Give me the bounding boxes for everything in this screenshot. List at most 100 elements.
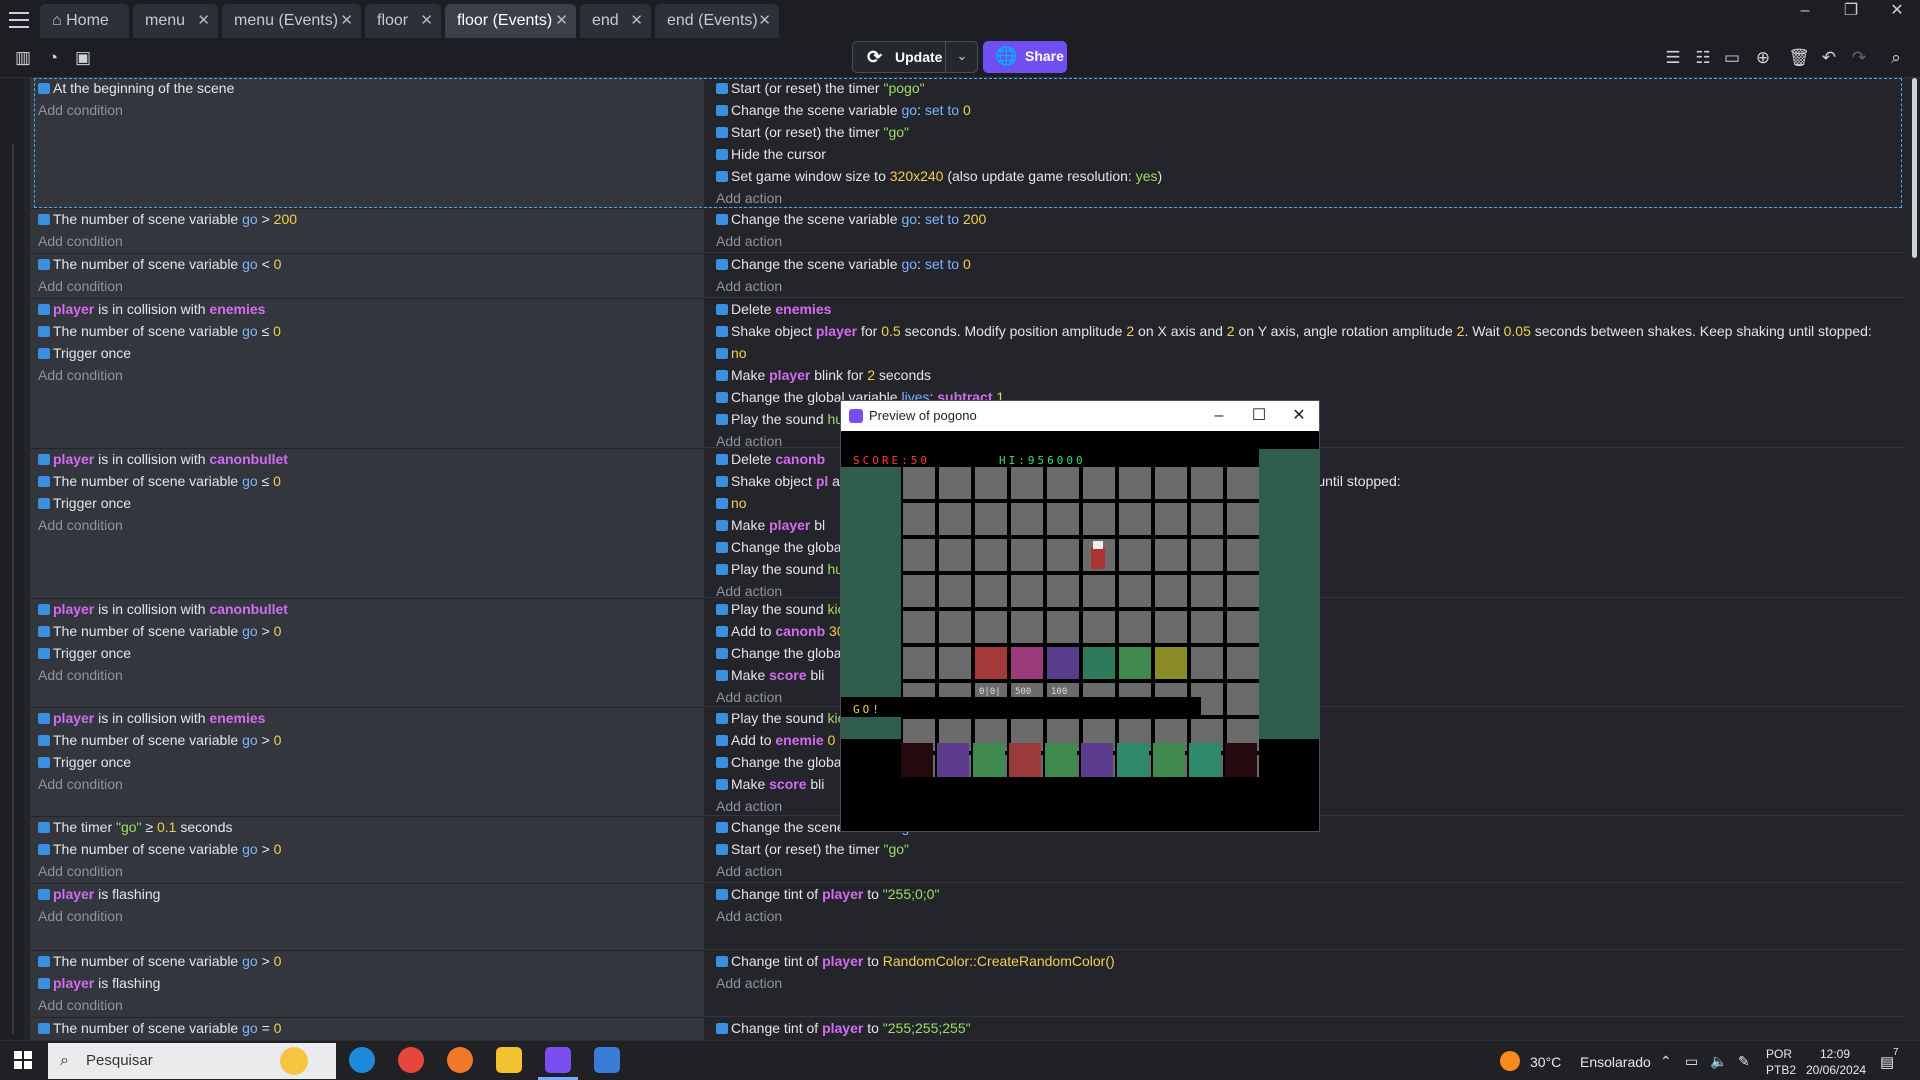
save-icon[interactable]: ▣ (72, 47, 94, 69)
close-tab-icon[interactable]: ✕ (758, 4, 771, 38)
hamburger-menu-icon[interactable] (9, 12, 29, 28)
action-line[interactable]: Delete enemies (716, 301, 831, 317)
clock-time[interactable]: 12:09 (1820, 1047, 1850, 1061)
condition-line[interactable]: player is in collision with enemies (38, 710, 265, 726)
close-tab-icon[interactable]: ✕ (340, 4, 353, 38)
condition-line[interactable]: Trigger once (38, 754, 131, 770)
file-explorer-icon[interactable] (496, 1047, 522, 1073)
preview-minimize-icon[interactable]: – (1199, 401, 1239, 431)
actions-panel[interactable]: Change the scene variable go: set to 0 Ad… (708, 254, 1904, 297)
volume-icon[interactable]: 🔈 (1710, 1053, 1727, 1070)
add-condition-link[interactable]: Add condition (38, 517, 123, 533)
history-icon[interactable]: ◔ (42, 47, 64, 69)
share-button[interactable]: 🌐 Share (983, 41, 1067, 73)
conditions-panel[interactable]: player is in collision with canonbullet T… (30, 599, 704, 706)
actions-panel[interactable]: Change tint of player to "255;0;0" Add ac… (708, 884, 1904, 949)
calculator-icon[interactable] (594, 1047, 620, 1073)
conditions-panel[interactable]: player is in collision with enemies The n… (30, 299, 704, 447)
network-icon[interactable]: ▭ (1685, 1053, 1698, 1070)
redo-icon[interactable]: ↷ (1848, 47, 1870, 69)
action-line[interactable]: Change the globa (716, 645, 842, 661)
conditions-panel[interactable]: The timer "go" ≥ 0.1 seconds The number o… (30, 817, 704, 882)
action-line[interactable]: Delete canonb (716, 451, 825, 467)
add-action-link[interactable]: Add action (716, 278, 782, 294)
tab-home[interactable]: ⌂ Home (40, 4, 129, 38)
pen-icon[interactable]: ✎ (1738, 1053, 1750, 1070)
tab-floor-events[interactable]: floor (Events) ✕ (445, 4, 576, 38)
add-event-icon[interactable]: ☰ (1662, 47, 1684, 69)
condition-line[interactable]: The number of scene variable go ≤ 0 (38, 323, 281, 339)
action-line[interactable]: Change the globa (716, 754, 842, 770)
clock-date[interactable]: 20/06/2024 (1806, 1063, 1866, 1077)
add-condition-link[interactable]: Add condition (38, 367, 123, 383)
add-condition-link[interactable]: Add condition (38, 776, 123, 792)
add-action-link[interactable]: Add action (716, 798, 782, 814)
close-tab-icon[interactable]: ✕ (420, 4, 433, 38)
tab-end[interactable]: end ✕ (580, 4, 651, 38)
close-window-icon[interactable]: ✕ (1874, 0, 1920, 24)
condition-line[interactable]: The timer "go" ≥ 0.1 seconds (38, 819, 233, 835)
restore-icon[interactable]: ❐ (1828, 0, 1874, 24)
conditions-panel[interactable]: player is flashing Add condition (30, 884, 704, 949)
add-more-icon[interactable]: ⊕ (1752, 47, 1774, 69)
close-tab-icon[interactable]: ✕ (197, 4, 210, 38)
condition-line[interactable]: The number of scene variable go = 0 (38, 1020, 281, 1036)
add-action-link[interactable]: Add action (716, 583, 782, 599)
panels-icon[interactable]: ▥ (12, 47, 34, 69)
undo-icon[interactable]: ↶ (1818, 47, 1840, 69)
conditions-panel[interactable]: player is in collision with canonbullet T… (30, 449, 704, 597)
tab-menu-events[interactable]: menu (Events) ✕ (222, 4, 361, 38)
action-line[interactable]: Play the sound kic (716, 710, 845, 726)
action-line[interactable]: Make player blink for 2 seconds (716, 367, 931, 383)
preview-close-icon[interactable]: ✕ (1279, 401, 1319, 431)
conditions-panel[interactable]: The number of scene variable go > 200 Add… (30, 209, 704, 252)
condition-line[interactable]: The number of scene variable go > 0 (38, 732, 281, 748)
add-condition-link[interactable]: Add condition (38, 278, 123, 294)
condition-line[interactable]: player is in collision with canonbullet (38, 451, 288, 467)
delete-icon[interactable]: 🗑 (1788, 47, 1810, 69)
action-line[interactable]: Play the sound kic (716, 601, 845, 617)
action-line[interactable]: Make score bli (716, 776, 824, 792)
event-block[interactable]: The number of scene variable go < 0 Add c… (30, 254, 1904, 298)
add-condition-link[interactable]: Add condition (38, 908, 123, 924)
add-condition-link[interactable]: Add condition (38, 863, 123, 879)
tab-menu[interactable]: menu ✕ (133, 4, 218, 38)
tab-end-events[interactable]: end (Events) ✕ (655, 4, 779, 38)
action-line[interactable]: Play the sound hu (716, 561, 843, 577)
scrollbar-thumb[interactable] (1912, 78, 1917, 258)
action-line[interactable]: Start (or reset) the timer "go" (716, 841, 909, 857)
preview-maximize-icon[interactable]: ☐ (1239, 401, 1279, 431)
event-block[interactable]: The number of scene variable go > 200 Add… (30, 209, 1904, 253)
event-block[interactable]: The number of scene variable go > 0 playe… (30, 951, 1904, 1017)
action-line[interactable]: Play the sound hu (716, 411, 843, 427)
add-action-link[interactable]: Add action (716, 863, 782, 879)
chrome-icon[interactable] (398, 1047, 424, 1073)
actions-panel[interactable]: Change tint of player to RandomColor::Cr… (708, 951, 1904, 1016)
add-action-link[interactable]: Add action (716, 233, 782, 249)
add-action-link[interactable]: Add action (716, 908, 782, 924)
condition-line[interactable]: The number of scene variable go ≤ 0 (38, 473, 281, 489)
firefox-icon[interactable] (447, 1047, 473, 1073)
taskbar-search[interactable]: ⌕ Pesquisar (48, 1043, 336, 1079)
condition-line[interactable]: player is in collision with canonbullet (38, 601, 288, 617)
condition-line[interactable]: Trigger once (38, 645, 131, 661)
conditions-panel[interactable]: The number of scene variable go > 0 playe… (30, 951, 704, 1016)
game-canvas[interactable]: SCORE:50 HI:956000 GO! 0|0| 500 100 (841, 431, 1319, 831)
update-dropdown-button[interactable]: ⌄ (945, 41, 978, 73)
action-line[interactable]: Change tint of player to "255;0;0" (716, 886, 939, 902)
action-line[interactable]: no (716, 495, 747, 511)
windows-start-icon[interactable] (14, 1051, 32, 1069)
condition-line[interactable]: The number of scene variable go > 0 (38, 953, 281, 969)
conditions-panel[interactable]: player is in collision with enemies The n… (30, 708, 704, 815)
actions-panel[interactable]: Change the scene variable go: set to 200… (708, 209, 1904, 252)
tab-floor[interactable]: floor ✕ (365, 4, 441, 38)
add-action-link[interactable]: Add action (716, 975, 782, 991)
gdevelop-task-icon[interactable] (545, 1047, 571, 1073)
add-condition-link[interactable]: Add condition (38, 997, 123, 1013)
condition-line[interactable]: The number of scene variable go < 0 (38, 256, 281, 272)
add-condition-link[interactable]: Add condition (38, 667, 123, 683)
add-condition-link[interactable]: Add condition (38, 233, 123, 249)
condition-line[interactable]: The number of scene variable go > 0 (38, 841, 281, 857)
add-action-link[interactable]: Add action (716, 433, 782, 449)
close-tab-icon[interactable]: ✕ (555, 4, 568, 38)
